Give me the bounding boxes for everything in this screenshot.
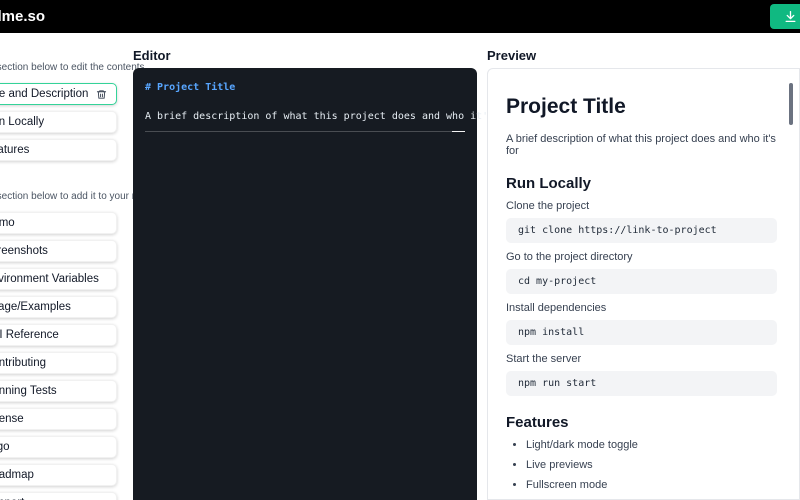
section-label: Screenshots xyxy=(0,245,48,257)
sidebar-add-section-running-tests[interactable]: Running Tests xyxy=(0,380,117,402)
preview-paragraph: Install dependencies xyxy=(506,302,607,314)
sidebar-add-section-environment-variables[interactable]: Environment Variables xyxy=(0,268,117,290)
section-label: Usage/Examples xyxy=(0,301,71,313)
section-label: Contributing xyxy=(0,357,47,369)
app-logo[interactable]: readme.so xyxy=(0,8,45,25)
sidebar-add-section-usage-examples[interactable]: Usage/Examples xyxy=(0,296,117,318)
section-label: Running Tests xyxy=(0,385,57,397)
editor-line: A brief description of what this project… xyxy=(145,111,519,122)
download-icon xyxy=(784,10,797,23)
feature-list-item: Fullscreen mode xyxy=(526,479,777,491)
editor-lines: # Project Title A brief description of w… xyxy=(145,81,519,125)
section-label: Demo xyxy=(0,217,15,229)
section-label: Logo xyxy=(0,441,10,453)
sidebar-section-run-locally[interactable]: Run Locally xyxy=(0,111,117,133)
sidebar-add-section-support[interactable]: Support xyxy=(0,492,117,500)
download-button[interactable]: Download xyxy=(770,4,800,29)
editor-column-title: Editor xyxy=(133,48,171,63)
code-block: npm install xyxy=(506,320,777,345)
preview-paragraph: A brief description of what this project… xyxy=(506,133,776,157)
code-block: cd my-project xyxy=(506,269,777,294)
preview-paragraph: Go to the project directory xyxy=(506,251,633,263)
add-sections-list: Demo Screenshots Environment Variables Usag… xyxy=(0,212,117,500)
section-label: Run Locally xyxy=(0,116,45,128)
section-label: Features xyxy=(0,144,30,156)
sidebar-add-section-screenshots[interactable]: Screenshots xyxy=(0,240,117,262)
preview-panel: Project Title A brief description of what… xyxy=(487,68,800,500)
section-label: Roadmap xyxy=(0,469,34,481)
code-block: npm run start xyxy=(506,371,777,396)
markdown-editor[interactable]: # Project Title A brief description of w… xyxy=(133,68,519,500)
preview-heading-2: Run Locally xyxy=(506,175,592,192)
editor-caret-line xyxy=(145,130,465,132)
sidebar-add-section-roadmap[interactable]: Roadmap xyxy=(0,464,117,486)
preview-paragraph: Start the server xyxy=(506,353,582,365)
sidebar-section-features[interactable]: Features xyxy=(0,139,117,161)
sidebar-section-title-and-description[interactable]: Title and Description xyxy=(0,83,117,105)
sidebar-add-section-api-reference[interactable]: API Reference xyxy=(0,324,117,346)
sidebar-add-section-demo[interactable]: Demo xyxy=(0,212,117,234)
section-label: License xyxy=(0,413,24,425)
section-label: Environment Variables xyxy=(0,273,99,285)
edit-sections-hint: Click on a section below to edit the con… xyxy=(0,62,145,73)
edit-sections-list: Title and Description Run Locally Features xyxy=(0,83,117,161)
section-label: API Reference xyxy=(0,329,59,341)
preview-column-title: Preview xyxy=(487,48,537,63)
preview-heading-1: Project Title xyxy=(506,95,626,118)
code-block: git clone https://link-to-project xyxy=(506,218,777,243)
sidebar-add-section-logo[interactable]: Logo xyxy=(0,436,117,458)
feature-list-item: Live previews xyxy=(526,459,777,471)
feature-list-item: Light/dark mode toggle xyxy=(526,439,777,451)
app: readme.so Download Click on a section be… xyxy=(0,0,800,500)
preview-scrollbar-thumb[interactable] xyxy=(789,83,793,125)
preview-content: Project Title A brief description of what… xyxy=(506,95,777,491)
add-sections-hint: Click on a section below to add it to yo… xyxy=(0,191,166,202)
sidebar-add-section-contributing[interactable]: Contributing xyxy=(0,352,117,374)
topbar: readme.so Download xyxy=(0,0,800,33)
preview-heading-2: Features xyxy=(506,414,569,431)
sidebar-add-section-license[interactable]: License xyxy=(0,408,117,430)
delete-section-icon[interactable] xyxy=(96,89,107,100)
editor-line: # Project Title xyxy=(145,82,236,93)
feature-list: Light/dark mode toggle Live previews Fulls… xyxy=(506,439,777,491)
section-label: Title and Description xyxy=(0,88,89,100)
sections-sidebar: Click on a section below to edit the con… xyxy=(0,62,166,500)
preview-paragraph: Clone the project xyxy=(506,200,590,212)
